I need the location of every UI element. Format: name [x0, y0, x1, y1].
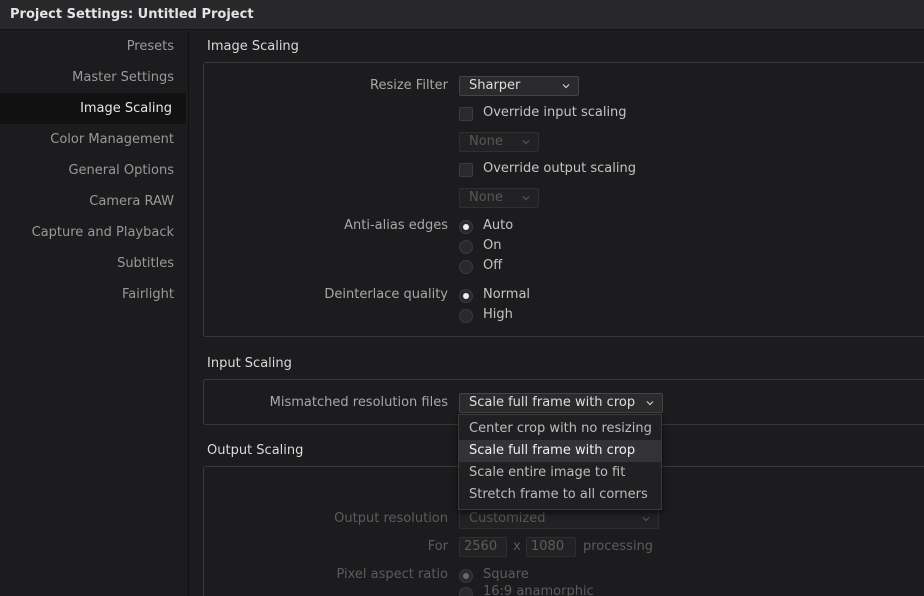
resize-filter-value: Sharper — [469, 78, 521, 93]
pixel-aspect-square-radio[interactable] — [459, 569, 473, 583]
override-input-scaling-label: Override input scaling — [483, 105, 627, 120]
pixel-aspect-anamorphic-label: 16:9 anamorphic — [483, 584, 594, 596]
section-title-input-scaling: Input Scaling — [207, 356, 292, 371]
sidebar-item-fairlight[interactable]: Fairlight — [0, 279, 188, 310]
output-resolution-label: Output resolution — [334, 511, 448, 526]
mismatched-resolution-label: Mismatched resolution files — [269, 395, 448, 410]
processing-label: processing — [583, 539, 654, 554]
deinterlace-normal-label: Normal — [483, 287, 531, 302]
output-scaling-preset-dropdown[interactable]: None — [459, 188, 539, 208]
pixel-aspect-label: Pixel aspect ratio — [336, 567, 448, 582]
settings-main: Image Scaling Resize Filter Sharper Over… — [188, 31, 924, 596]
anti-alias-off-radio[interactable] — [459, 260, 473, 274]
deinterlace-label: Deinterlace quality — [324, 287, 448, 302]
menu-item-center-crop[interactable]: Center crop with no resizing — [459, 418, 661, 440]
anti-alias-label: Anti-alias edges — [344, 218, 448, 233]
mismatched-resolution-menu: Center crop with no resizing Scale full … — [458, 414, 662, 510]
sidebar-item-capture-playback[interactable]: Capture and Playback — [0, 217, 188, 248]
input-scaling-preset-value: None — [469, 134, 503, 149]
pixel-aspect-anamorphic-radio[interactable] — [459, 587, 473, 596]
sidebar-item-subtitles[interactable]: Subtitles — [0, 248, 188, 279]
resize-filter-dropdown[interactable]: Sharper — [459, 76, 579, 96]
chevron-down-icon — [522, 140, 530, 145]
section-title-output-scaling: Output Scaling — [207, 443, 304, 458]
chevron-down-icon — [642, 517, 650, 522]
output-scaling-preset-value: None — [469, 190, 503, 205]
menu-item-scale-entire-image[interactable]: Scale entire image to fit — [459, 462, 661, 484]
mismatched-resolution-value: Scale full frame with crop — [469, 395, 636, 410]
dimension-separator: x — [513, 539, 521, 554]
deinterlace-normal-radio[interactable] — [459, 289, 473, 303]
menu-item-stretch-frame[interactable]: Stretch frame to all corners — [459, 484, 661, 506]
sidebar-item-master-settings[interactable]: Master Settings — [0, 62, 188, 93]
sidebar-item-color-management[interactable]: Color Management — [0, 124, 188, 155]
chevron-down-icon — [646, 401, 654, 406]
input-scaling-preset-dropdown[interactable]: None — [459, 132, 539, 152]
chevron-down-icon — [522, 196, 530, 201]
output-width-input[interactable]: 2560 — [459, 537, 507, 557]
deinterlace-high-radio[interactable] — [459, 309, 473, 323]
override-input-scaling-checkbox[interactable] — [459, 107, 473, 121]
resize-filter-label: Resize Filter — [370, 78, 448, 93]
output-resolution-value: Customized — [469, 511, 546, 526]
section-title-image-scaling: Image Scaling — [207, 39, 299, 54]
anti-alias-off-label: Off — [483, 258, 503, 273]
sidebar-item-camera-raw[interactable]: Camera RAW — [0, 186, 188, 217]
deinterlace-high-label: High — [483, 307, 513, 322]
anti-alias-on-radio[interactable] — [459, 240, 473, 254]
for-label: For — [427, 539, 448, 554]
menu-item-scale-full-frame[interactable]: Scale full frame with crop — [459, 440, 661, 462]
window-title: Project Settings: Untitled Project — [10, 7, 254, 22]
output-resolution-dropdown[interactable]: Customized — [459, 509, 659, 529]
sidebar-item-presets[interactable]: Presets — [0, 31, 188, 62]
chevron-down-icon — [562, 84, 570, 89]
mismatched-resolution-dropdown[interactable]: Scale full frame with crop — [459, 393, 663, 413]
anti-alias-on-label: On — [483, 238, 502, 253]
settings-sidebar: Presets Master Settings Image Scaling Co… — [0, 31, 188, 596]
sidebar-item-image-scaling[interactable]: Image Scaling — [0, 93, 186, 124]
sidebar-item-general-options[interactable]: General Options — [0, 155, 188, 186]
anti-alias-auto-label: Auto — [483, 218, 514, 233]
output-height-input[interactable]: 1080 — [526, 537, 576, 557]
pixel-aspect-square-label: Square — [483, 567, 529, 582]
title-bar: Project Settings: Untitled Project — [0, 0, 924, 30]
override-output-scaling-checkbox[interactable] — [459, 163, 473, 177]
anti-alias-auto-radio[interactable] — [459, 220, 473, 234]
override-output-scaling-label: Override output scaling — [483, 161, 636, 176]
